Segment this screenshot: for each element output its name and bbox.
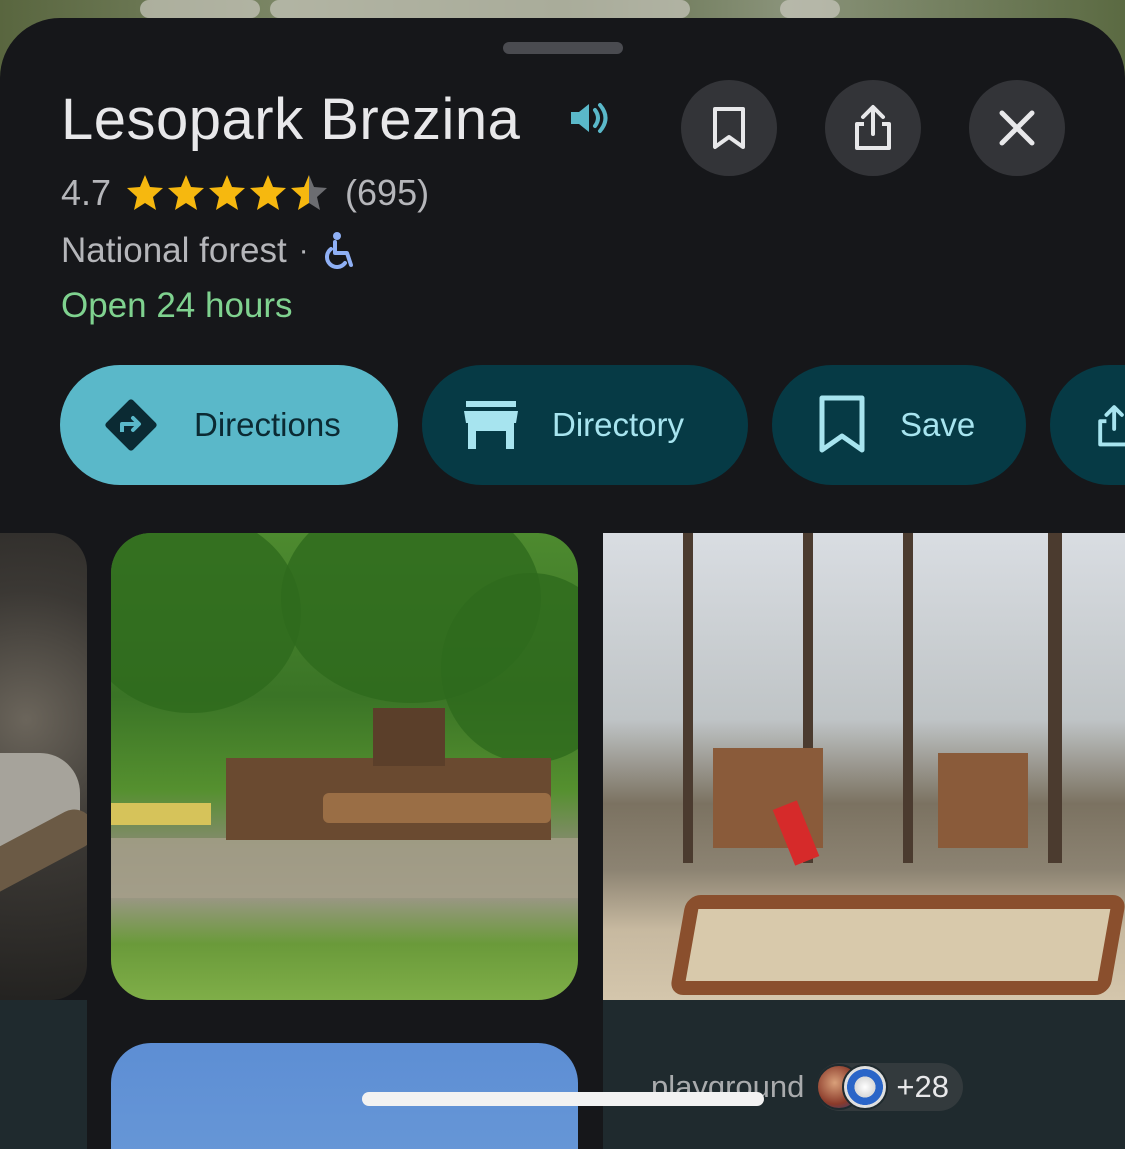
directions-button[interactable]: Directions xyxy=(60,365,398,485)
photo-detail xyxy=(111,803,211,825)
bookmark-icon xyxy=(713,107,745,149)
storefront-icon xyxy=(464,401,518,449)
photo-detail xyxy=(323,793,551,823)
avatar xyxy=(842,1064,889,1110)
category-row: National forest · xyxy=(61,228,357,274)
photo-caption-area xyxy=(0,1000,87,1149)
share-action-button[interactable] xyxy=(1050,365,1125,485)
opening-hours[interactable]: Open 24 hours xyxy=(61,286,293,326)
save-label: Save xyxy=(900,406,976,443)
place-category: National forest xyxy=(61,231,287,270)
place-title: Lesopark Brezina xyxy=(61,87,521,152)
photo-detail xyxy=(373,708,445,766)
photo-thumbnail[interactable] xyxy=(603,533,1125,1000)
home-indicator[interactable] xyxy=(362,1092,764,1106)
photo-detail xyxy=(1048,533,1062,863)
map-road xyxy=(780,0,840,18)
place-details-sheet: Lesopark Brezina 4.7 (695) National fore… xyxy=(0,18,1125,1149)
photo-detail xyxy=(669,895,1125,995)
share-button[interactable] xyxy=(825,80,921,176)
close-button[interactable] xyxy=(969,80,1065,176)
sheet-drag-handle[interactable] xyxy=(503,42,623,54)
directory-button[interactable]: Directory xyxy=(422,365,748,485)
directory-label: Directory xyxy=(552,406,685,443)
directions-icon xyxy=(105,399,157,451)
photo-detail xyxy=(938,753,1028,848)
stars-icon xyxy=(127,175,328,210)
photo-detail xyxy=(111,533,301,713)
contributors-pill[interactable]: +28 xyxy=(816,1063,963,1111)
wheelchair-accessible-icon[interactable] xyxy=(321,231,357,271)
share-icon xyxy=(855,105,891,150)
contributors-count: +28 xyxy=(896,1069,949,1104)
save-button[interactable]: Save xyxy=(772,365,1026,485)
photo-detail xyxy=(111,838,578,898)
rating-row[interactable]: 4.7 (695) xyxy=(61,171,429,215)
photo-thumbnail[interactable] xyxy=(111,533,578,1000)
bookmark-icon xyxy=(819,395,865,453)
review-count: (695) xyxy=(345,172,430,213)
rating-value: 4.7 xyxy=(61,172,112,213)
map-road xyxy=(140,0,260,18)
map-road xyxy=(270,0,690,18)
star-rating xyxy=(125,173,331,213)
photo-thumbnail[interactable] xyxy=(0,533,87,1000)
separator-dot: · xyxy=(298,234,309,267)
directions-label: Directions xyxy=(194,406,341,443)
save-place-button[interactable] xyxy=(681,80,777,176)
photo-detail xyxy=(683,533,693,863)
speaker-icon[interactable] xyxy=(567,96,611,140)
close-icon xyxy=(999,110,1035,146)
photo-gallery[interactable]: playground +28 xyxy=(0,533,1125,1149)
share-icon xyxy=(1098,405,1125,447)
photo-detail xyxy=(903,533,913,863)
